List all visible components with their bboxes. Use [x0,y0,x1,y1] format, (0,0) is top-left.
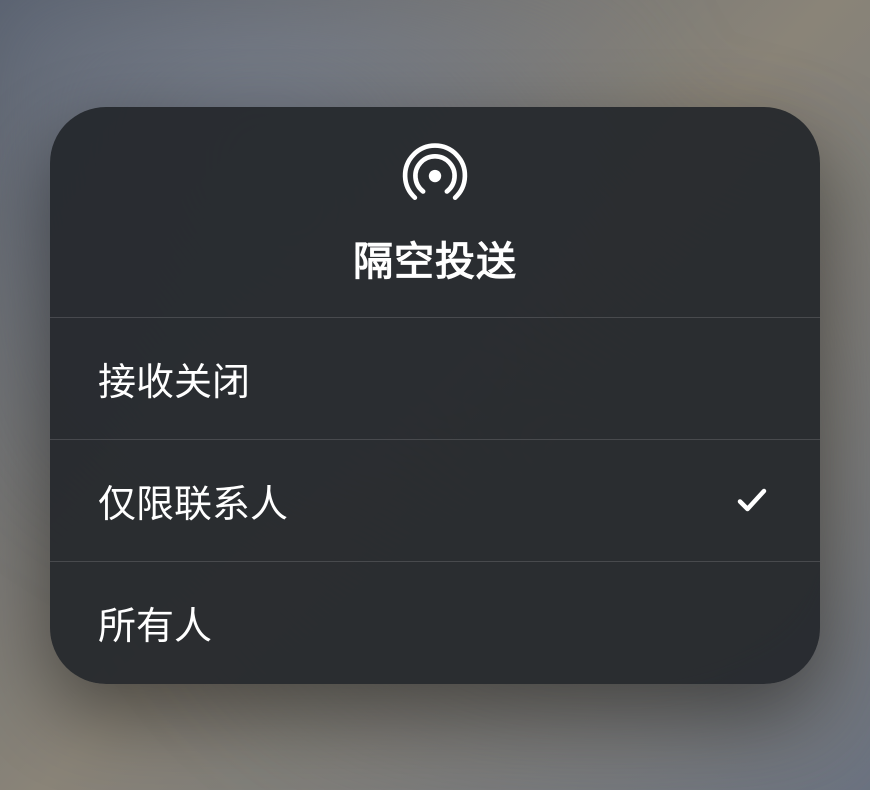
airdrop-icon [402,143,468,209]
options-list: 接收关闭 仅限联系人 所有人 [50,317,820,684]
option-receiving-off[interactable]: 接收关闭 [50,318,820,440]
checkmark-icon [732,480,772,520]
panel-title: 隔空投送 [353,229,517,287]
panel-header: 隔空投送 [50,107,820,317]
airdrop-panel: 隔空投送 接收关闭 仅限联系人 所有人 [50,107,820,684]
option-everyone[interactable]: 所有人 [50,562,820,684]
option-label: 接收关闭 [98,351,250,406]
option-label: 仅限联系人 [98,473,288,528]
option-label: 所有人 [98,595,212,650]
option-contacts-only[interactable]: 仅限联系人 [50,440,820,562]
